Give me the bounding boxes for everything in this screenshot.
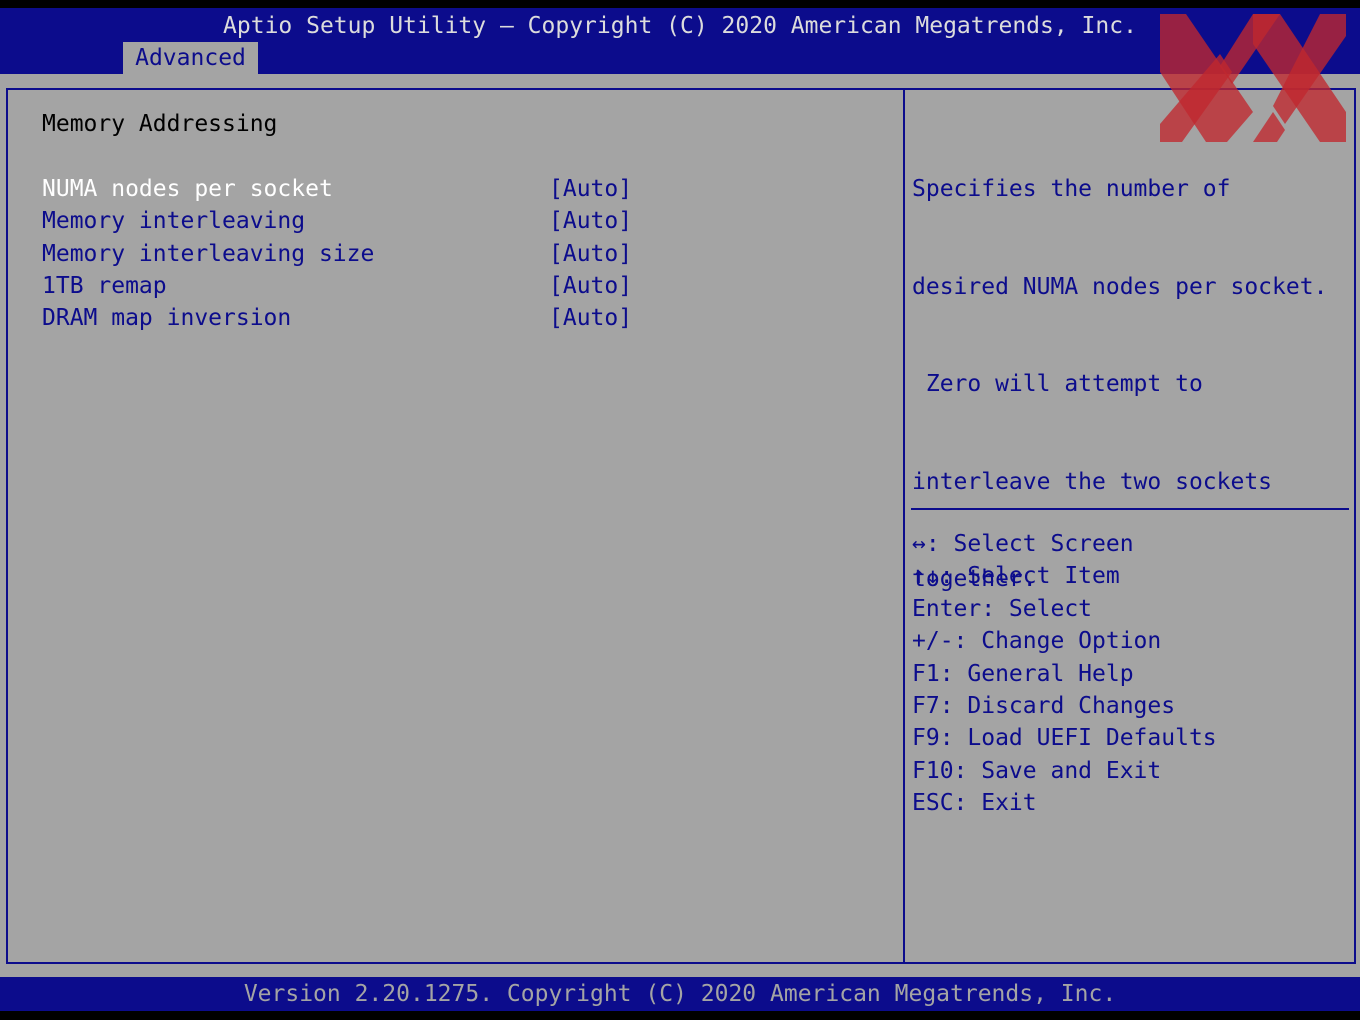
content-frame: Memory Addressing NUMA nodes per socket … [6,88,1356,964]
key-discard-changes: F7: Discard Changes [912,692,1176,719]
key-select-screen: ↔: Select Screen [912,531,1134,557]
setting-value[interactable]: [Auto] [549,238,632,270]
help-line: interleave the two sockets [912,468,1273,495]
setting-memory-interleaving-size[interactable]: Memory interleaving size [Auto] [42,238,642,270]
setting-label: DRAM map inversion [42,305,292,331]
help-line: Specifies the number of [912,176,1231,202]
header-title: Aptio Setup Utility – Copyright (C) 2020… [223,13,1137,39]
help-line: desired NUMA nodes per socket. [912,273,1328,300]
footer-bar: Version 2.20.1275. Copyright (C) 2020 Am… [0,977,1360,1011]
key-load-defaults: F9: Load UEFI Defaults [912,725,1217,752]
setting-value[interactable]: [Auto] [549,205,632,237]
setting-value[interactable]: [Auto] [549,173,632,205]
setting-1tb-remap[interactable]: 1TB remap [Auto] [42,270,642,302]
setting-memory-interleaving[interactable]: Memory interleaving [Auto] [42,205,642,237]
key-exit: ESC: Exit [912,790,1037,817]
xx-logo-icon [1160,14,1346,142]
header-bar: Aptio Setup Utility – Copyright (C) 2020… [0,8,1360,74]
bottom-border [0,1011,1360,1020]
vertical-divider [903,90,905,962]
setting-value[interactable]: [Auto] [549,270,632,302]
key-enter-select: Enter: Select [912,595,1093,622]
setting-label: Memory interleaving size [42,241,375,267]
setting-label: 1TB remap [42,273,167,299]
setting-dram-map-inversion[interactable]: DRAM map inversion [Auto] [42,302,642,334]
key-save-exit: F10: Save and Exit [912,757,1162,784]
key-legend: ↔: Select Screen ↑↓: Select Item Enter: … [912,528,1352,820]
key-general-help: F1: General Help [912,660,1134,687]
key-change-option: +/-: Change Option [912,628,1162,655]
section-title: Memory Addressing [42,111,278,137]
main-panel: Memory Addressing NUMA nodes per socket … [0,74,1360,977]
setting-numa-nodes-per-socket[interactable]: NUMA nodes per socket [Auto] [42,173,642,205]
setting-label: NUMA nodes per socket [42,176,333,202]
setting-value[interactable]: [Auto] [549,302,632,334]
key-select-item: ↑↓: Select Item [912,563,1120,590]
help-line: Zero will attempt to [912,371,1203,397]
setting-label: Memory interleaving [42,208,306,234]
top-border [0,0,1360,8]
tab-advanced[interactable]: Advanced [123,42,258,74]
